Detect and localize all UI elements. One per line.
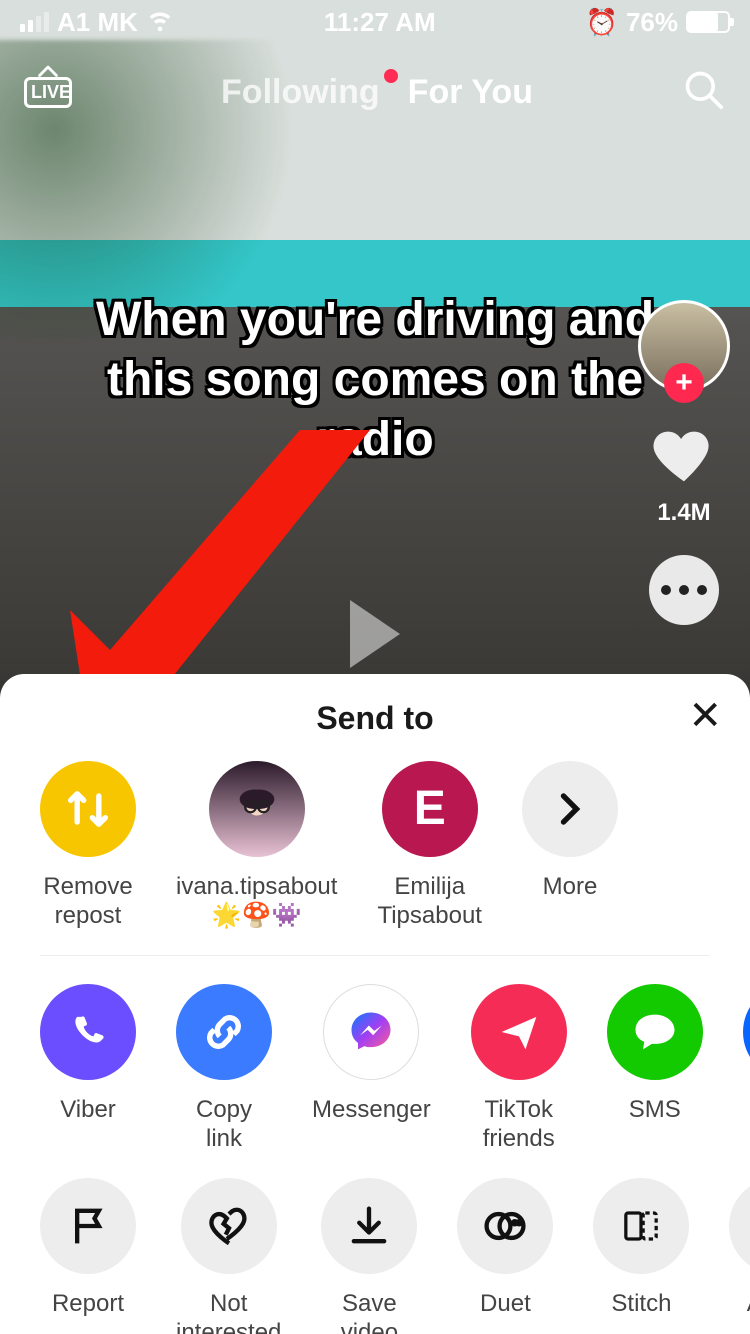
contact-ivana[interactable]: ivana.tipsabout 🌟🍄👾 — [176, 761, 337, 931]
like-count: 1.4M — [649, 499, 719, 527]
creator-avatar[interactable]: + — [638, 300, 730, 392]
avatar-icon — [209, 761, 305, 857]
action-duet[interactable]: Duet — [457, 1178, 553, 1334]
tab-following-label: Following — [221, 73, 380, 111]
share-facebook[interactable]: Fac — [743, 984, 750, 1154]
contacts-row: Remove repost ivana.tipsabout 🌟🍄👾 E Emil… — [0, 761, 750, 955]
search-button[interactable] — [682, 68, 726, 117]
share-sms[interactable]: SMS — [607, 984, 703, 1154]
sms-icon — [607, 984, 703, 1080]
duet-icon — [457, 1178, 553, 1274]
clock: 11:27 AM — [324, 7, 436, 38]
messenger-icon — [323, 984, 419, 1080]
app-label: Messenger — [312, 1096, 431, 1154]
app-label: Viber — [60, 1096, 116, 1154]
share-viber[interactable]: Viber — [40, 984, 136, 1154]
action-report[interactable]: Report — [40, 1178, 136, 1334]
close-button[interactable]: ✕ — [688, 696, 722, 736]
flag-icon — [40, 1178, 136, 1274]
live-button[interactable]: LIVE — [24, 77, 72, 108]
repost-icon — [40, 761, 136, 857]
download-icon — [321, 1178, 417, 1274]
app-label: Copy link — [176, 1096, 272, 1154]
broken-heart-icon — [181, 1178, 277, 1274]
tab-following[interactable]: Following — [221, 73, 380, 112]
send-icon — [471, 984, 567, 1080]
divider — [40, 955, 710, 956]
contact-emilija[interactable]: E Emilija Tipsabout — [377, 761, 482, 931]
app-label: SMS — [629, 1096, 681, 1154]
share-messenger[interactable]: Messenger — [312, 984, 431, 1154]
action-rail: + 1.4M — [636, 300, 732, 625]
alarm-icon: ⏰ — [586, 7, 618, 38]
action-label: Duet — [480, 1290, 531, 1334]
action-label: Not interested — [176, 1290, 281, 1334]
share-sheet: Send to ✕ Remove repost ivana.tipsabout … — [0, 674, 750, 1334]
contact-label: ivana.tipsabout 🌟🍄👾 — [176, 873, 337, 931]
stitch-icon — [593, 1178, 689, 1274]
tab-for-you[interactable]: For You — [408, 73, 533, 112]
wifi-icon — [146, 5, 174, 40]
action-favorite[interactable]: A Fav — [729, 1178, 750, 1334]
contact-label: Emilija Tipsabout — [377, 873, 482, 931]
share-copy-link[interactable]: Copy link — [176, 984, 272, 1154]
carrier-label: A1 MK — [57, 7, 138, 38]
like-button[interactable]: 1.4M — [649, 420, 719, 527]
avatar-initial-icon: E — [382, 761, 478, 857]
status-bar: A1 MK 11:27 AM ⏰ 76% — [0, 0, 750, 44]
remove-repost-button[interactable]: Remove repost — [40, 761, 136, 931]
chevron-right-icon — [522, 761, 618, 857]
viber-icon — [40, 984, 136, 1080]
battery-icon — [686, 11, 730, 33]
more-button[interactable] — [649, 555, 719, 625]
contact-label: More — [543, 873, 598, 931]
more-contacts-button[interactable]: More — [522, 761, 618, 931]
action-not-interested[interactable]: Not interested — [176, 1178, 281, 1334]
apps-row[interactable]: Viber Copy link Messenger TikTok friends… — [0, 984, 750, 1178]
action-label: Save video — [321, 1290, 417, 1334]
app-label: TikTok friends — [471, 1096, 567, 1154]
facebook-icon — [743, 984, 750, 1080]
action-label: Stitch — [611, 1290, 671, 1334]
signal-icon — [20, 12, 49, 32]
search-icon — [682, 68, 726, 112]
action-stitch[interactable]: Stitch — [593, 1178, 689, 1334]
bookmark-icon — [729, 1178, 750, 1274]
contact-label: Remove repost — [40, 873, 136, 931]
share-tiktok-friends[interactable]: TikTok friends — [471, 984, 567, 1154]
action-label: Report — [52, 1290, 124, 1334]
heart-icon — [649, 420, 719, 490]
notification-dot-icon — [384, 69, 398, 83]
follow-button[interactable]: + — [664, 363, 704, 403]
battery-pct: 76% — [626, 7, 678, 38]
action-save-video[interactable]: Save video — [321, 1178, 417, 1334]
top-nav: LIVE Following For You — [0, 52, 750, 132]
play-icon[interactable] — [350, 600, 400, 668]
sheet-title: Send to — [316, 700, 433, 736]
link-icon — [176, 984, 272, 1080]
actions-row[interactable]: Report Not interested Save video Duet St… — [0, 1178, 750, 1334]
